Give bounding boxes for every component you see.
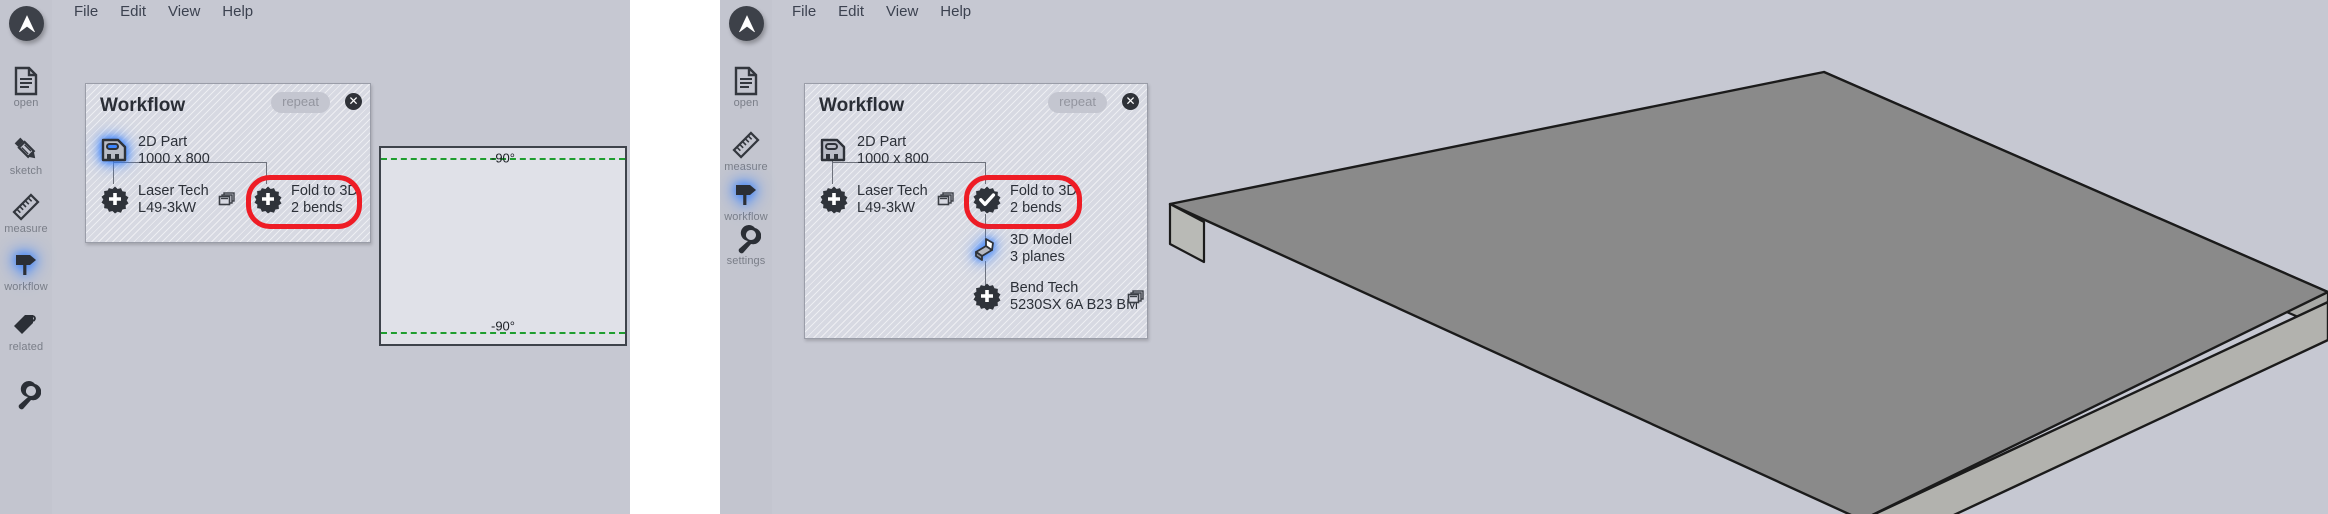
document-icon [720, 66, 772, 96]
sidebar-item-related[interactable]: related [0, 310, 52, 354]
gear-plus-icon [100, 185, 130, 215]
close-panel-button[interactable]: ✕ [345, 93, 362, 110]
bend-angle-label-bottom: -90° [491, 318, 515, 334]
stack-copies-icon[interactable] [937, 191, 955, 209]
menu-edit[interactable]: Edit [838, 3, 864, 25]
left-sidebar: open sketch measure workflow related [0, 0, 52, 514]
sidebar-label-open: open [733, 97, 759, 109]
3d-model-viewport[interactable] [1146, 0, 2328, 514]
stack-copies-icon[interactable] [1127, 289, 1145, 312]
left-menubar: File Edit View Help [74, 3, 253, 25]
document-icon [0, 66, 52, 96]
logo-notch-shape [738, 26, 755, 33]
ruler-icon [720, 130, 772, 160]
left-app-window: open sketch measure workflow related Fil… [0, 0, 630, 514]
sidebar-item-workflow[interactable]: workflow [720, 180, 772, 224]
right-workflow-panel: Workflow repeat ✕ 2D Part 1000 x 800 Las… [804, 83, 1148, 339]
2d-part-icon [819, 136, 849, 166]
right-app-window: open measure workflow settings File Edit… [720, 0, 2328, 514]
workflow-panel-title: Workflow [819, 95, 905, 116]
sidebar-label-workflow: workflow [724, 211, 768, 223]
sidebar-item-sketch[interactable]: sketch [0, 134, 52, 178]
app-logo-icon[interactable] [9, 6, 44, 41]
sidebar-label-workflow: workflow [4, 281, 48, 293]
node-line1: 2D Part [857, 134, 907, 150]
workflow-panel-title: Workflow [100, 95, 186, 116]
sidebar-item-measure[interactable]: measure [0, 192, 52, 236]
right-sidebar: open measure workflow settings [720, 0, 772, 514]
right-menubar: File Edit View Help [792, 3, 971, 25]
workflow-node-laser-tech[interactable]: Laser Tech L49-3kW [100, 183, 236, 217]
3d-model-icon [972, 234, 1002, 264]
close-panel-button[interactable]: ✕ [1122, 93, 1139, 110]
node-line1: Laser Tech [138, 183, 209, 199]
menu-view[interactable]: View [168, 3, 200, 25]
2d-part-icon [100, 136, 130, 166]
fold-to-3d-highlight [964, 175, 1082, 229]
workflow-node-label: 2D Part 1000 x 800 [857, 134, 929, 168]
bend-angle-label-top: -90° [491, 150, 515, 166]
workflow-node-2d-part[interactable]: 2D Part 1000 x 800 [819, 134, 929, 168]
pencil-icon [0, 134, 52, 164]
sidebar-item-open[interactable]: open [0, 66, 52, 110]
repeat-button[interactable]: repeat [271, 92, 330, 113]
workflow-node-label: Laser Tech L49-3kW [857, 183, 928, 217]
workflow-node-label: 3D Model 3 planes [1010, 232, 1072, 266]
node-line2: 3 planes [1010, 249, 1065, 265]
workflow-node-2d-part[interactable]: 2D Part 1000 x 800 [100, 134, 210, 168]
sidebar-label-open: open [13, 97, 39, 109]
sidebar-label-sketch: sketch [9, 165, 43, 177]
node-line2: L49-3kW [138, 200, 197, 216]
node-line2: L49-3kW [857, 200, 916, 216]
workflow-node-label: Laser Tech L49-3kW [138, 183, 209, 217]
ruler-icon [0, 192, 52, 222]
sidebar-label-settings: settings [726, 255, 766, 267]
wrench-icon [0, 380, 52, 410]
menu-file[interactable]: File [74, 3, 98, 25]
node-line2: 5230SX 6A B23 BM [1010, 297, 1139, 313]
menu-file[interactable]: File [792, 3, 816, 25]
screenshot-stage: open sketch measure workflow related Fil… [0, 0, 2328, 514]
wrench-icon [720, 224, 772, 254]
node-line1: 3D Model [1010, 232, 1073, 248]
workflow-node-laser-tech[interactable]: Laser Tech L49-3kW [819, 183, 955, 217]
menu-edit[interactable]: Edit [120, 3, 146, 25]
signpost-icon [720, 180, 772, 210]
workflow-node-label: 2D Part 1000 x 800 [138, 134, 210, 168]
sidebar-label-related: related [8, 341, 44, 353]
signpost-icon [0, 250, 52, 280]
node-line2: 1000 x 800 [857, 151, 929, 167]
menu-help[interactable]: Help [222, 3, 253, 25]
sidebar-item-measure[interactable]: measure [720, 130, 772, 174]
sidebar-item-workflow[interactable]: workflow [0, 250, 52, 294]
workflow-node-label: Bend Tech 5230SX 6A B23 BM [1010, 280, 1138, 314]
workflow-node-3d-model[interactable]: 3D Model 3 planes [972, 232, 1072, 266]
gear-plus-icon [819, 185, 849, 215]
menu-help[interactable]: Help [940, 3, 971, 25]
node-line2: 1000 x 800 [138, 151, 210, 167]
fold-to-3d-highlight [246, 175, 362, 229]
tag-icon [0, 310, 52, 340]
node-line1: Laser Tech [857, 183, 928, 199]
sidebar-label-measure: measure [724, 161, 768, 173]
gear-plus-icon [972, 282, 1002, 312]
left-workflow-panel: Workflow repeat ✕ 2D Part 1000 x 800 Las… [85, 83, 371, 243]
logo-notch-shape [18, 26, 35, 33]
stack-copies-icon[interactable] [218, 191, 236, 209]
node-line1: Bend Tech [1010, 280, 1079, 296]
2d-drawing-viewport[interactable]: -90° -90° [379, 146, 627, 346]
sidebar-label-measure: measure [4, 223, 48, 235]
app-logo-icon[interactable] [729, 6, 764, 41]
sidebar-item-settings[interactable]: settings [720, 224, 772, 268]
node-line1: 2D Part [138, 134, 188, 150]
sidebar-item-open[interactable]: open [720, 66, 772, 110]
sidebar-item-settings[interactable] [0, 380, 52, 411]
repeat-button[interactable]: repeat [1048, 92, 1107, 113]
transition-gap [630, 0, 720, 514]
workflow-node-bend-tech[interactable]: Bend Tech 5230SX 6A B23 BM [972, 280, 1138, 314]
menu-view[interactable]: View [886, 3, 918, 25]
